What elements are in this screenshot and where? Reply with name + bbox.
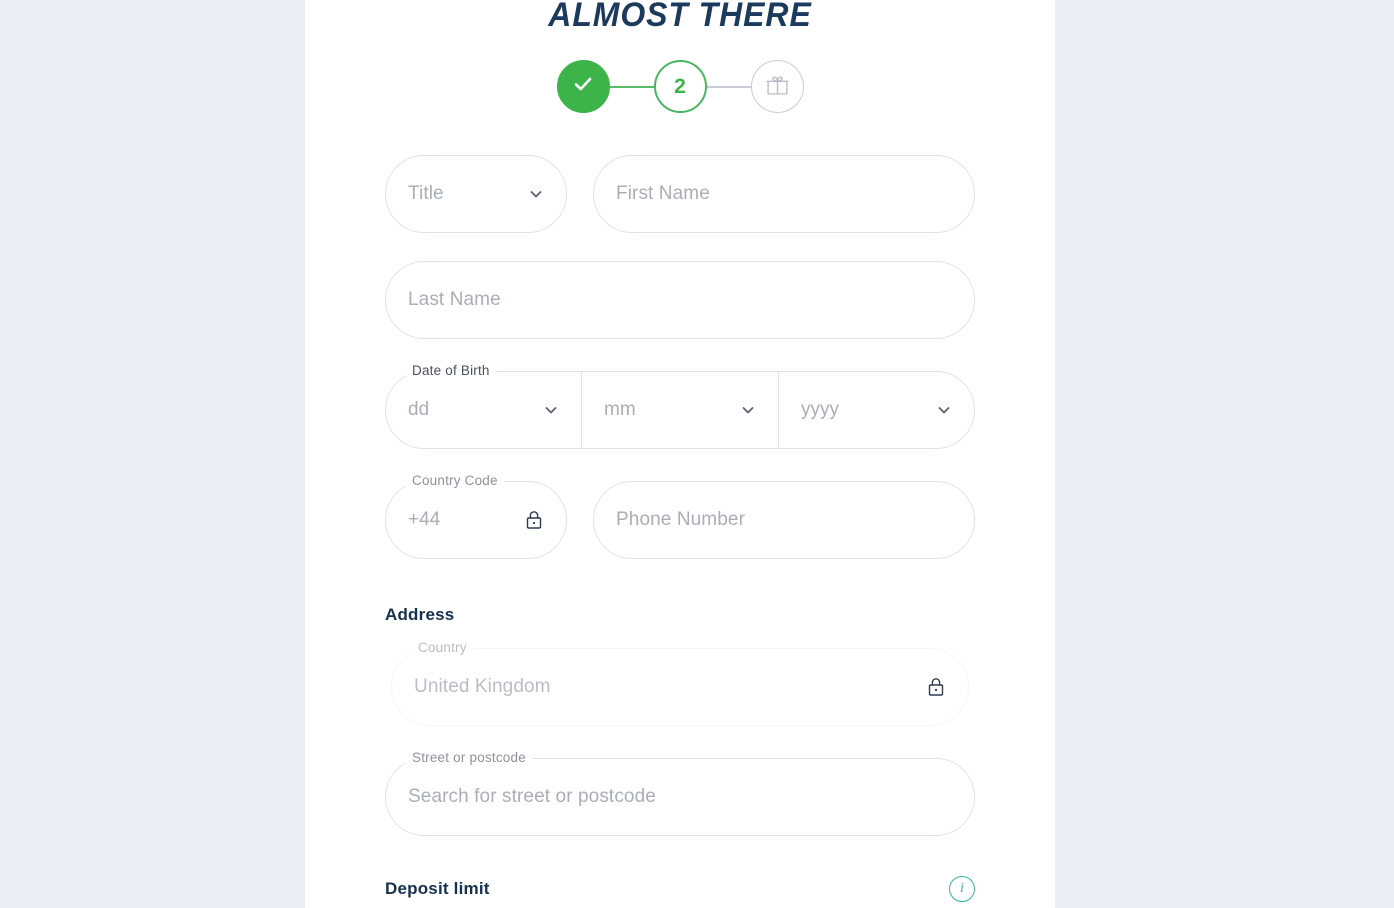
step-2-label: 2 [674, 74, 686, 98]
step-3-reward[interactable] [750, 60, 804, 113]
country-value: United Kingdom [414, 676, 551, 697]
dob-day-select[interactable]: dd [386, 372, 582, 448]
name-row: Title First Name [385, 155, 975, 233]
phone-number-placeholder: Phone Number [616, 509, 745, 530]
dob-month-placeholder: mm [604, 399, 636, 420]
info-icon-char: i [960, 881, 964, 896]
registration-card: ALMOST THERE 2 Title First Name Last Nam… [305, 0, 1055, 908]
dob-day-placeholder: dd [408, 399, 430, 420]
dob-year-placeholder: yyyy [801, 399, 839, 420]
lock-icon [524, 509, 544, 531]
date-of-birth-group: Date of Birth dd mm yyyy [385, 363, 975, 449]
first-name-input[interactable]: First Name [593, 155, 975, 233]
lock-icon [926, 676, 946, 698]
title-placeholder: Title [408, 183, 444, 204]
country-field: Country United Kingdom [391, 640, 969, 726]
deposit-limit-section: Deposit limit i [385, 876, 975, 902]
phone-row: Country Code +44 Phone Number [385, 473, 975, 559]
address-heading: Address [385, 605, 455, 624]
first-name-placeholder: First Name [616, 183, 710, 204]
info-icon[interactable]: i [949, 876, 975, 902]
last-name-input[interactable]: Last Name [385, 261, 975, 339]
street-or-postcode-placeholder: Search for street or postcode [408, 786, 656, 807]
chevron-down-icon [740, 402, 756, 418]
country-code-value: +44 [408, 509, 441, 530]
stepper-connector-2 [704, 85, 753, 88]
registration-form: Title First Name Last Name Date of Birth… [385, 155, 975, 836]
dob-month-select[interactable]: mm [582, 372, 779, 448]
step-1-completed[interactable] [556, 60, 610, 113]
chevron-down-icon [528, 186, 544, 202]
progress-stepper: 2 [305, 60, 1055, 113]
page-title: ALMOST THERE [548, 0, 812, 34]
title-select[interactable]: Title [385, 155, 567, 233]
check-icon [570, 71, 596, 102]
country-code-field: Country Code +44 [385, 473, 567, 559]
dob-year-select[interactable]: yyyy [779, 372, 974, 448]
gift-icon [765, 72, 790, 102]
street-or-postcode-label: Street or postcode [406, 750, 532, 766]
country-label: Country [412, 640, 473, 656]
chevron-down-icon [543, 402, 559, 418]
step-2-current[interactable]: 2 [653, 60, 707, 113]
registration-page: ALMOST THERE 2 Title First Name Last Nam… [0, 0, 1394, 908]
chevron-down-icon [936, 402, 952, 418]
phone-number-input[interactable]: Phone Number [593, 481, 975, 559]
deposit-limit-label: Deposit limit [385, 879, 490, 898]
street-or-postcode-input[interactable]: Street or postcode Search for street or … [385, 750, 975, 836]
last-name-placeholder: Last Name [408, 289, 501, 310]
stepper-connector-1 [607, 85, 656, 88]
country-code-label: Country Code [406, 473, 504, 489]
